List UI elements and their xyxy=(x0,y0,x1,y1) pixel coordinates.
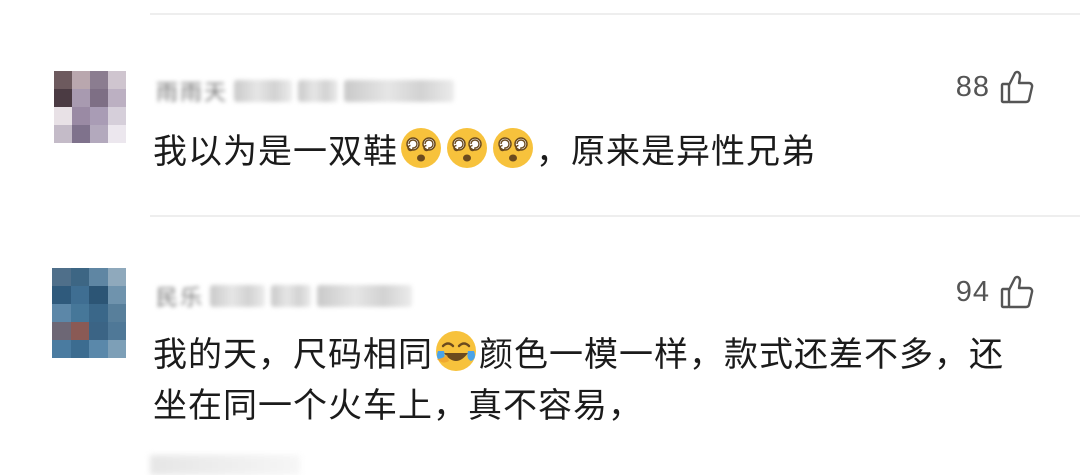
dizzy-face-emoji xyxy=(399,126,443,170)
like-count: 94 xyxy=(955,275,990,308)
username-redaction xyxy=(344,80,455,102)
comment-text: 我以为是一双鞋 ，原来是异性兄弟 xyxy=(153,126,1020,178)
avatar[interactable] xyxy=(52,268,126,358)
divider xyxy=(150,215,1080,217)
username-text: 民乐 xyxy=(156,286,205,311)
like-count: 88 xyxy=(955,70,990,103)
username[interactable]: 民乐 xyxy=(156,283,413,311)
comment-text: 我的天，尺码相同 颜色一模一样，款式还差不多，还坐在同一个火车上，真不容易， xyxy=(153,329,1019,432)
comment-text-part: 我以为是一双鞋 xyxy=(153,132,398,172)
dizzy-face-emoji xyxy=(445,126,489,170)
divider-top xyxy=(150,13,1080,15)
thumbs-up-icon xyxy=(1000,274,1034,310)
comment-text-part: ，原来是异性兄弟 xyxy=(536,132,816,172)
thumbs-up-icon xyxy=(1000,69,1034,105)
dizzy-face-emoji xyxy=(491,126,535,170)
username-redaction xyxy=(271,285,312,307)
like-button[interactable]: 94 xyxy=(956,272,1034,312)
avatar[interactable] xyxy=(54,71,126,143)
username-text: 雨雨天 xyxy=(156,81,229,106)
username-redaction xyxy=(298,80,339,102)
username-redaction xyxy=(234,80,293,102)
comment-text-part: 我的天，尺码相同 xyxy=(153,335,433,375)
like-button[interactable]: 88 xyxy=(956,67,1034,107)
username-redaction xyxy=(317,285,413,307)
username-redaction xyxy=(210,285,266,307)
laughing-crying-emoji xyxy=(434,329,478,373)
next-comment-fragment xyxy=(150,455,300,475)
username[interactable]: 雨雨天 xyxy=(156,78,455,106)
